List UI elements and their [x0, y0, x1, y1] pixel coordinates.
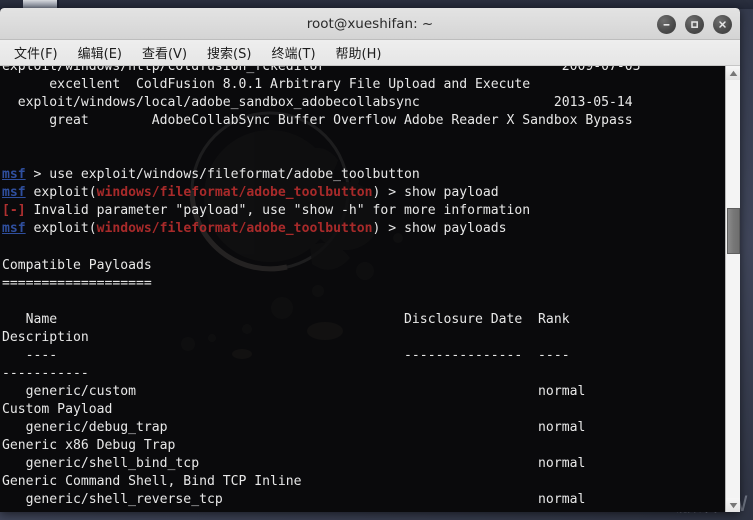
terminal-line-segment: generic/custom normal	[2, 383, 586, 399]
terminal-line-segment: [-]	[2, 203, 26, 219]
terminal-line-segment: 2013-05-14	[419, 95, 633, 111]
terminal-line-segment: exploit(	[25, 221, 97, 237]
menu-bar: 文件(F) 编辑(E) 查看(V) 搜索(S) 终端(T) 帮助(H)	[0, 40, 740, 66]
terminal-line-segment: ) > show payload	[372, 185, 499, 201]
terminal-line-segment: Description	[2, 329, 89, 345]
terminal-line-segment: msf	[2, 167, 26, 183]
menu-item-search[interactable]: 搜索(S)	[199, 41, 259, 64]
scrollbar-track[interactable]	[726, 80, 740, 498]
terminal-line: exploit/windows/http/coldfusion_fckedito…	[2, 66, 725, 76]
terminal-line: generic/debug_trap normal	[2, 419, 725, 437]
terminal-line-segment: windows/fileformat/adobe_toolbutton	[96, 185, 373, 201]
terminal-body: exploit/windows/http/coldfusion_fckedito…	[0, 66, 740, 512]
terminal-line: exploit/windows/local/adobe_sandbox_adob…	[2, 94, 725, 112]
terminal-line: ---- --------------- ----	[2, 347, 725, 365]
window-controls	[657, 8, 732, 40]
terminal-line: generic/shell_reverse_tcp normal	[2, 491, 725, 509]
terminal-line: Custom Payload	[2, 401, 725, 419]
terminal-line: msf exploit(windows/fileformat/adobe_too…	[2, 220, 725, 238]
terminal-line-segment: msf	[2, 221, 26, 237]
scroll-down-arrow-icon[interactable]	[726, 498, 740, 512]
terminal-line-segment: ) > show payloads	[372, 221, 507, 237]
terminal-line-segment: Custom Payload	[2, 401, 113, 417]
close-button[interactable]	[713, 14, 732, 34]
terminal-line: [-] Invalid parameter "payload", use "sh…	[2, 202, 725, 220]
terminal-line: Generic x86 Debug Trap	[2, 437, 725, 455]
terminal-line-segment: exploit/windows/local/adobe_sandbox_adob…	[2, 95, 420, 111]
terminal-line-segment: Compatible Payloads	[2, 257, 152, 273]
terminal-line: excellent ColdFusion 8.0.1 Arbitrary Fil…	[2, 76, 725, 94]
menu-item-help[interactable]: 帮助(H)	[328, 41, 390, 64]
window-title: root@xueshifan: ~	[306, 15, 434, 32]
terminal-line: generic/custom normal	[2, 383, 725, 401]
terminal-line: Name Disclosure Date Rank	[2, 311, 725, 329]
terminal-line-segment: Generic x86 Debug Trap	[2, 437, 176, 453]
terminal-line-segment: excellent ColdFusion 8.0.1 Arbitrary Fil…	[2, 77, 531, 93]
menu-item-view[interactable]: 查看(V)	[134, 41, 195, 64]
terminal-line: msf > use exploit/windows/fileformat/ado…	[2, 166, 725, 184]
terminal-line: generic/shell_bind_tcp normal	[2, 455, 725, 473]
terminal-line-segment: -----------	[2, 365, 89, 381]
terminal-line-segment: exploit(	[25, 185, 97, 201]
terminal-line-segment: ===================	[2, 275, 152, 291]
scroll-up-arrow-icon[interactable]	[726, 66, 740, 80]
title-bar[interactable]: root@xueshifan: ~	[0, 8, 740, 40]
maximize-button[interactable]	[685, 14, 704, 34]
terminal-output: exploit/windows/http/coldfusion_fckedito…	[0, 66, 725, 509]
terminal-line-segment: generic/shell_reverse_tcp normal	[2, 492, 586, 508]
terminal-line-segment: generic/debug_trap normal	[2, 419, 586, 435]
terminal-line: Compatible Payloads	[2, 257, 725, 275]
terminal-line: ===================	[2, 275, 725, 293]
terminal-line-segment: Generic Command Shell, Bind TCP Inline	[2, 474, 302, 490]
menu-item-terminal[interactable]: 终端(T)	[263, 41, 323, 64]
terminal-line-segment: windows/fileformat/adobe_toolbutton	[96, 221, 373, 237]
terminal-line: Generic Command Shell, Bind TCP Inline	[2, 473, 725, 491]
terminal-line-segment: generic/shell_bind_tcp normal	[2, 456, 586, 472]
terminal-screen[interactable]: exploit/windows/http/coldfusion_fckedito…	[0, 66, 725, 512]
minimize-button[interactable]	[657, 14, 676, 34]
terminal-line-segment: msf	[2, 185, 26, 201]
terminal-line: great AdobeCollabSync Buffer Overflow Ad…	[2, 112, 725, 130]
terminal-line-segment: > use exploit/windows/fileformat/adobe_t…	[25, 167, 420, 183]
terminal-line-segment: Name Disclosure Date Rank	[2, 311, 570, 327]
terminal-line: msf exploit(windows/fileformat/adobe_too…	[2, 184, 725, 202]
terminal-line-segment: great AdobeCollabSync Buffer Overflow Ad…	[2, 113, 633, 129]
scrollbar-thumb[interactable]	[727, 208, 740, 254]
terminal-line-segment: Invalid parameter "payload", use "show -…	[25, 203, 531, 219]
terminal-line: -----------	[2, 365, 725, 383]
terminal-line: Description	[2, 329, 725, 347]
menu-item-file[interactable]: 文件(F)	[6, 41, 66, 64]
menu-item-edit[interactable]: 编辑(E)	[70, 41, 130, 64]
terminal-scrollbar[interactable]	[725, 66, 740, 512]
terminal-line-segment: ---- --------------- ----	[2, 347, 570, 363]
terminal-line-segment: exploit/windows/http/coldfusion_fckedito…	[2, 66, 326, 74]
terminal-window: root@xueshifan: ~ 文件(F) 编辑(E) 查看(V) 搜索(S) 终端…	[0, 8, 740, 512]
terminal-line-segment: 2009-07-03	[325, 66, 641, 74]
